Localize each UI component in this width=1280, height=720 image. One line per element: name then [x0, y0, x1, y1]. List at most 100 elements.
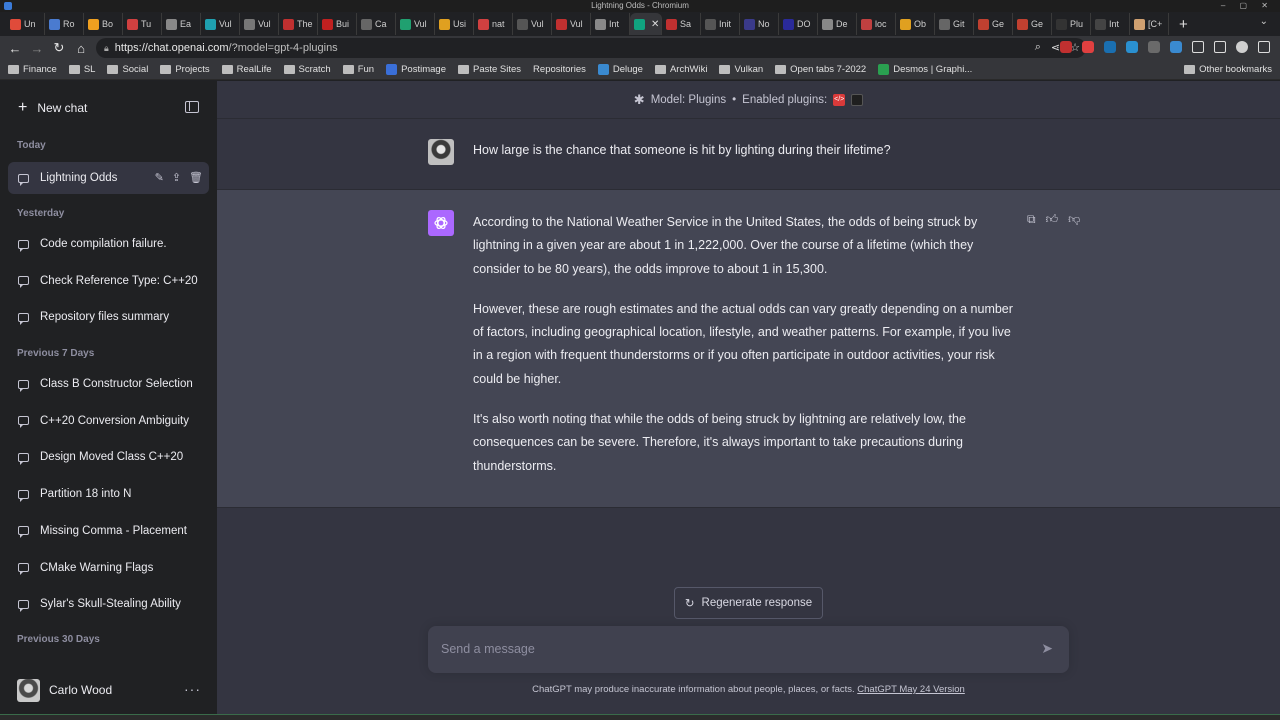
window-menu-icon[interactable]: [4, 2, 12, 10]
browser-tab[interactable]: Vul: [240, 13, 279, 35]
thumbs-up-icon[interactable]: 👍︎: [1046, 212, 1059, 227]
tab-label: Ge: [992, 19, 1005, 29]
extension-icon[interactable]: [1060, 41, 1072, 53]
bookmark-item[interactable]: Open tabs 7-2022: [775, 64, 866, 75]
tab-favicon-icon: [400, 18, 411, 30]
bookmark-item[interactable]: Projects: [160, 64, 210, 75]
sidebar-icon[interactable]: [1214, 41, 1226, 53]
bookmark-item[interactable]: SL: [68, 64, 95, 75]
delete-icon[interactable]: 🗑︎: [189, 171, 203, 184]
new-chat-button[interactable]: + New chat: [8, 91, 209, 125]
user-menu-button[interactable]: Carlo Wood ···: [8, 673, 209, 707]
browser-tab[interactable]: Vul: [552, 13, 591, 35]
browser-tab[interactable]: Ea: [162, 13, 201, 35]
sidebar-item[interactable]: Check Reference Type: C++20: [8, 265, 209, 297]
bookmark-item[interactable]: Social: [107, 64, 148, 75]
tab-close-icon[interactable]: ✕: [651, 19, 659, 30]
browser-tab[interactable]: De: [818, 13, 857, 35]
regenerate-button[interactable]: ↻ Regenerate response: [674, 587, 823, 619]
sidebar-item[interactable]: Repository files summary: [8, 301, 209, 333]
browser-tab[interactable]: [C+: [1130, 13, 1169, 35]
bookmark-item[interactable]: RealLife: [221, 64, 272, 75]
window-controls[interactable]: – ▢ ✕: [1221, 0, 1274, 12]
tab-favicon-icon: [744, 18, 755, 30]
bookmark-item[interactable]: Scratch: [283, 64, 331, 75]
bookmark-item[interactable]: Fun: [342, 64, 374, 75]
browser-tab[interactable]: Vul: [513, 13, 552, 35]
bookmark-item[interactable]: Postimage: [386, 64, 446, 75]
sidebar-item[interactable]: Partition 18 into N: [8, 478, 209, 510]
other-bookmarks[interactable]: Other bookmarks: [1184, 64, 1272, 75]
zoom-icon[interactable]: ⌕: [1035, 41, 1041, 54]
browser-tab[interactable]: Plu: [1052, 13, 1091, 35]
tab-search-icon[interactable]: ⌄: [1260, 16, 1268, 27]
puzzle-icon[interactable]: [1192, 41, 1204, 53]
sidebar-item[interactable]: C++20 Conversion Ambiguity: [8, 405, 209, 437]
browser-tab[interactable]: Init: [701, 13, 740, 35]
extension-icon[interactable]: [1148, 41, 1160, 53]
address-bar[interactable]: 🔒︎ https://chat.openai.com/?model=gpt-4-…: [96, 38, 1086, 58]
sidebar-item[interactable]: Class B Constructor Selection: [8, 368, 209, 400]
browser-tab[interactable]: Usi: [435, 13, 474, 35]
browser-tab[interactable]: Sa: [662, 13, 701, 35]
extension-icon[interactable]: [1104, 41, 1116, 53]
browser-tab[interactable]: No: [740, 13, 779, 35]
edit-icon[interactable]: ✎: [155, 171, 164, 184]
browser-tab[interactable]: Tu: [123, 13, 162, 35]
browser-tab[interactable]: Ge: [1013, 13, 1052, 35]
share-icon[interactable]: ⇪: [172, 171, 181, 184]
copy-icon[interactable]: ⧉: [1027, 212, 1036, 227]
message-input[interactable]: [441, 639, 1001, 659]
browser-tab[interactable]: ✕: [630, 13, 662, 35]
browser-tab[interactable]: Bui: [318, 13, 357, 35]
browser-tab[interactable]: The: [279, 13, 318, 35]
sidebar-item[interactable]: Code compilation failure.: [8, 228, 209, 260]
browser-tab[interactable]: Int: [1091, 13, 1130, 35]
new-tab-icon[interactable]: +: [1179, 16, 1188, 33]
bookmark-item[interactable]: Vulkan: [719, 64, 763, 75]
browser-tab[interactable]: Vul: [396, 13, 435, 35]
home-icon[interactable]: ⌂: [70, 41, 92, 56]
sidebar-item[interactable]: Missing Comma - Placement: [8, 515, 209, 547]
browser-tab[interactable]: Un: [6, 13, 45, 35]
bookmark-item[interactable]: Repositories: [533, 64, 586, 75]
version-link[interactable]: ChatGPT May 24 Version: [857, 684, 965, 695]
menu-icon[interactable]: [1258, 41, 1270, 53]
forward-icon[interactable]: →: [26, 41, 48, 56]
extension-icon[interactable]: [1082, 41, 1094, 53]
sidebar-item[interactable]: Design Moved Class C++20: [8, 441, 209, 473]
hide-sidebar-icon[interactable]: [185, 101, 199, 113]
browser-tab[interactable]: Int: [591, 13, 630, 35]
bookmark-item[interactable]: Deluge: [597, 64, 643, 75]
lock-icon[interactable]: 🔒︎: [104, 43, 109, 54]
bookmark-item[interactable]: Desmos | Graphi...: [878, 64, 972, 75]
bookmark-item[interactable]: Paste Sites: [457, 64, 521, 75]
more-icon[interactable]: ···: [184, 681, 201, 697]
sidebar-item[interactable]: CMake Warning Flags: [8, 552, 209, 584]
browser-tab[interactable]: Ca: [357, 13, 396, 35]
browser-tab[interactable]: Ge: [974, 13, 1013, 35]
profile-icon[interactable]: [1236, 41, 1248, 53]
sidebar-item-label: Lightning Odds: [40, 172, 118, 184]
browser-tab[interactable]: loc: [857, 13, 896, 35]
browser-tab[interactable]: Vul: [201, 13, 240, 35]
browser-tab[interactable]: Git: [935, 13, 974, 35]
url-text[interactable]: https://chat.openai.com/?model=gpt-4-plu…: [115, 42, 338, 54]
send-icon[interactable]: ➤: [1041, 640, 1053, 657]
back-icon[interactable]: ←: [4, 41, 26, 56]
browser-tab[interactable]: nat: [474, 13, 513, 35]
sidebar-item-active[interactable]: Lightning Odds ✎ ⇪ 🗑︎: [8, 162, 209, 194]
share-icon[interactable]: ⋖: [1051, 41, 1060, 54]
browser-tab[interactable]: Ob: [896, 13, 935, 35]
browser-tab[interactable]: Ro: [45, 13, 84, 35]
bookmark-item[interactable]: Finance: [8, 64, 57, 75]
reload-icon[interactable]: ↻: [48, 40, 70, 56]
refresh-icon: ↻: [684, 598, 695, 610]
bookmark-item[interactable]: ArchWiki: [654, 64, 707, 75]
browser-tab[interactable]: DO: [779, 13, 818, 35]
extension-icon[interactable]: [1126, 41, 1138, 53]
sidebar-item[interactable]: Sylar's Skull-Stealing Ability: [8, 588, 209, 620]
browser-tab[interactable]: Bo: [84, 13, 123, 35]
thumbs-down-icon[interactable]: 👎︎: [1068, 212, 1080, 227]
extension-icon[interactable]: [1170, 41, 1182, 53]
